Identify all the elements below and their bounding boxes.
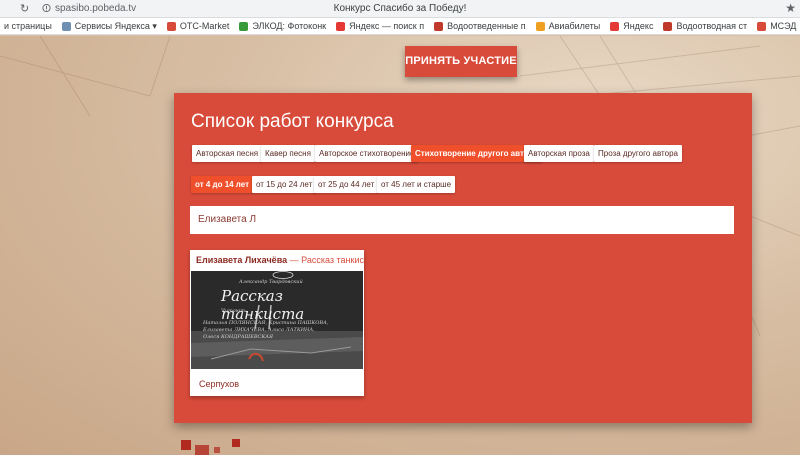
bookmark-item[interactable]: Авиабилеты	[532, 21, 607, 31]
bookmark-item[interactable]: ЭЛКОД: Фотоконк	[235, 21, 332, 31]
title-separator: —	[289, 255, 299, 265]
yandex-icon	[610, 21, 620, 31]
poster-author: Александр Твардовский	[239, 279, 303, 285]
bookmark-item[interactable]: Водоотводная ст	[659, 21, 753, 31]
poster-cast: Наталья ПОЛЯНСКАЯ, Кристина ПАШКОВА, Ели…	[203, 320, 329, 340]
category-chip-author-poem[interactable]: Авторское стихотворение	[315, 145, 419, 162]
msed-icon	[757, 21, 767, 31]
decorative-cube	[195, 445, 209, 455]
bookmark-star-icon[interactable]: ★	[785, 1, 796, 15]
browser-titlebar: ↻ spasibo.pobeda.tv Конкурс Спасибо за П…	[0, 0, 800, 18]
water-icon	[663, 21, 673, 31]
bookmark-label: и страницы	[4, 21, 52, 31]
bookmark-label: Сервисы Яндекса ▾	[74, 20, 157, 31]
decorative-cube	[181, 440, 191, 450]
work-name: Рассказ танкиста	[301, 255, 364, 265]
category-chip-other-author-prose[interactable]: Проза другого автора	[594, 145, 682, 162]
page-title: Список работ конкурса	[191, 111, 394, 132]
bookmark-label: МСЭД	[770, 21, 797, 31]
work-card-title: Елизавета Лихачёва — Рассказ танкиста	[196, 255, 364, 265]
bookmark-label: OTC-Market	[179, 21, 230, 31]
decorative-cube	[232, 439, 240, 447]
works-list-panel: Список работ конкурса Авторская песня Ка…	[174, 93, 752, 423]
plane-icon	[535, 21, 545, 31]
work-card[interactable]: Елизавета Лихачёва — Рассказ танкиста Ал…	[190, 250, 364, 396]
category-chip-author-song[interactable]: Авторская песня	[192, 145, 263, 162]
work-city: Серпухов	[199, 379, 240, 389]
poster-reads-label: Читают:	[221, 308, 247, 314]
poster-title: Рассказ танкиста	[221, 287, 305, 323]
bookmark-label: ЭЛКОД: Фотоконк	[252, 21, 327, 31]
otc-icon	[166, 21, 176, 31]
age-chip-45-plus[interactable]: от 45 лет и старше	[377, 176, 456, 193]
bookmark-label: Водоотводная ст	[676, 21, 748, 31]
bookmark-item[interactable]: Сервисы Яндекса ▾	[58, 21, 163, 32]
category-chip-other-author-poem[interactable]: Стихотворение другого автора	[411, 145, 542, 162]
work-poster-image: Александр Твардовский Рассказ танкиста Ч…	[191, 271, 363, 369]
water-icon	[434, 21, 444, 31]
bookmark-item[interactable]: и страницы	[0, 21, 58, 31]
bookmark-label: Яндекс — поиск п	[349, 21, 425, 31]
bookmark-item[interactable]: Яндекс	[606, 21, 659, 31]
work-author: Елизавета Лихачёва	[196, 255, 288, 265]
bookmark-item[interactable]: МСЭД	[753, 21, 800, 31]
bookmark-label: Водоотведенные п	[447, 21, 526, 31]
elkod-icon	[239, 21, 249, 31]
yandex-icon	[336, 21, 346, 31]
bookmark-label: Яндекс	[623, 21, 654, 31]
age-chip-4-14[interactable]: от 4 до 14 лет	[191, 176, 254, 193]
bookmark-item[interactable]: Яндекс — поиск п	[332, 21, 430, 31]
age-chip-25-44[interactable]: от 25 до 44 лет	[314, 176, 379, 193]
bookmark-item[interactable]: Водоотведенные п	[430, 21, 532, 31]
search-input[interactable]: Елизавета Л	[190, 206, 734, 234]
category-chip-cover-song[interactable]: Кавер песня	[261, 145, 315, 162]
bookmark-item[interactable]: OTC-Market	[163, 21, 236, 31]
bookmark-label: Авиабилеты	[548, 21, 601, 31]
bookmarks-bar: и страницы Сервисы Яндекса ▾ OTC-Market ЭЛК…	[0, 18, 800, 35]
search-value: Елизавета Л	[198, 214, 257, 225]
decorative-cube	[214, 447, 220, 453]
age-chip-15-24[interactable]: от 15 до 24 лет	[252, 176, 317, 193]
category-chip-author-prose[interactable]: Авторская проза	[524, 145, 594, 162]
join-contest-button[interactable]: ПРИНЯТЬ УЧАСТИЕ	[405, 46, 517, 77]
yandex-services-icon	[61, 21, 71, 31]
window-title: Конкурс Спасибо за Победу!	[333, 3, 467, 14]
